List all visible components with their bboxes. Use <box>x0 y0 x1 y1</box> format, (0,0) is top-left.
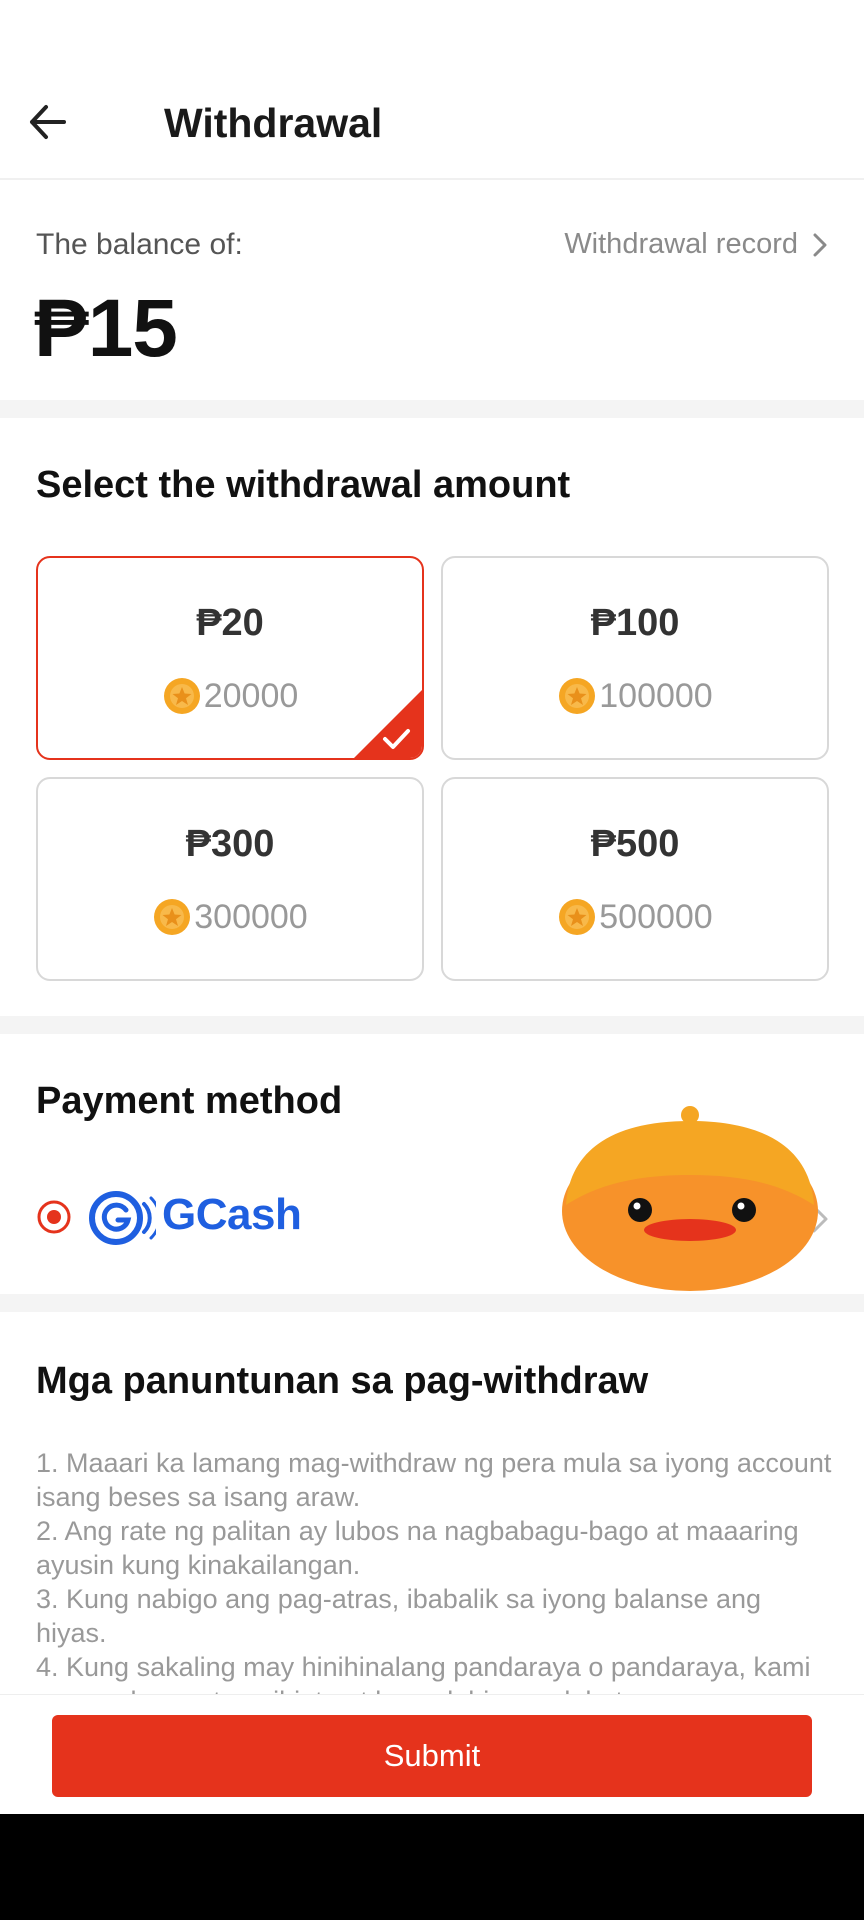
chevron-right-icon <box>813 233 827 256</box>
coin-icon <box>163 678 200 714</box>
radio-selected-icon[interactable] <box>36 1199 72 1235</box>
withdrawal-record-link[interactable]: Withdrawal record <box>564 228 828 261</box>
selected-check-icon <box>354 690 422 758</box>
amount-option-20[interactable]: ₱20 20000 <box>36 556 424 760</box>
withdrawal-record-label: Withdrawal record <box>564 228 798 260</box>
rule-item: 1. Maaari ka lamang mag-withdraw ng pera… <box>36 1448 832 1512</box>
rules-list: 1. Maaari ka lamang mag-withdraw ng pera… <box>36 1446 836 1694</box>
coin-icon <box>559 678 596 714</box>
page-title: Withdrawal <box>164 100 383 146</box>
rule-item: 4. Kung sakaling may hinihinalang pandar… <box>36 1652 811 1694</box>
amount-coins: 500000 <box>443 897 827 937</box>
balance-value: ₱15 <box>34 283 178 374</box>
rules-section-title: Mga panuntunan sa pag-withdraw <box>36 1360 649 1402</box>
duck-mascot-icon[interactable] <box>560 1105 820 1291</box>
submit-bar: Submit <box>0 1694 864 1814</box>
section-divider <box>0 1016 864 1034</box>
amount-coins: 100000 <box>443 676 827 716</box>
amount-peso: ₱300 <box>185 823 275 865</box>
coin-icon <box>154 899 191 935</box>
balance-panel: The balance of: Withdrawal record ₱15 <box>0 182 864 398</box>
amount-option-500[interactable]: ₱500 500000 <box>441 777 829 981</box>
submit-button[interactable]: Submit <box>52 1715 812 1797</box>
system-nav-bar <box>0 1814 864 1920</box>
payment-section-title: Payment method <box>36 1080 343 1122</box>
amount-option-300[interactable]: ₱300 300000 <box>36 777 424 981</box>
section-divider <box>0 400 864 418</box>
amount-section-title: Select the withdrawal amount <box>36 464 571 506</box>
gcash-logo-icon <box>89 1191 156 1245</box>
amount-peso: ₱500 <box>590 823 680 865</box>
gcash-label: GCash <box>162 1190 302 1239</box>
amount-coins: 300000 <box>38 897 422 937</box>
amount-peso: ₱20 <box>196 602 264 644</box>
section-divider <box>0 1294 864 1312</box>
rule-item: 3. Kung nabigo ang pag-atras, ibabalik s… <box>36 1584 762 1648</box>
coin-icon <box>559 899 596 935</box>
amount-peso: ₱100 <box>590 602 680 644</box>
balance-label: The balance of: <box>36 228 243 261</box>
arrow-left-icon[interactable] <box>24 98 72 146</box>
rule-item: 2. Ang rate ng palitan ay lubos na nagba… <box>36 1516 799 1580</box>
amount-option-100[interactable]: ₱100 100000 <box>441 556 829 760</box>
header: Withdrawal <box>0 0 864 180</box>
